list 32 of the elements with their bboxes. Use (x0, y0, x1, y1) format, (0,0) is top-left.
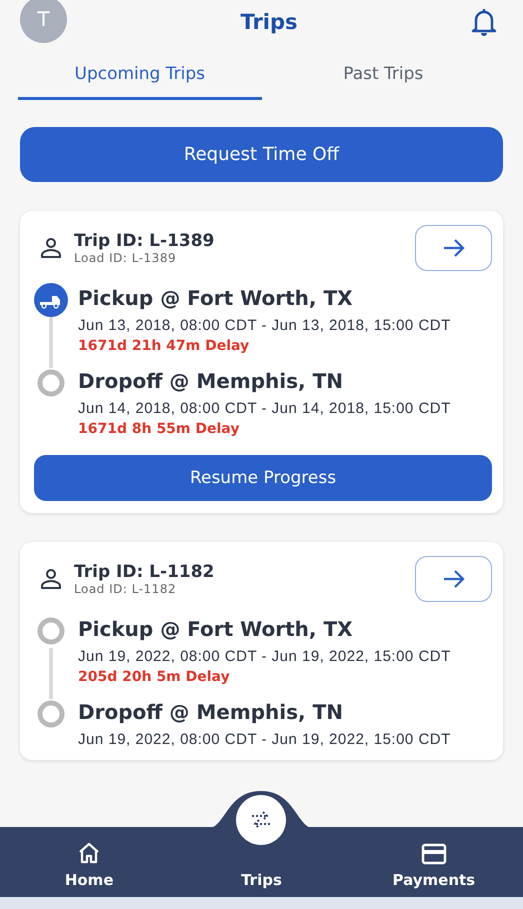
card-icon (420, 843, 447, 865)
request-time-off-button[interactable]: Request Time Off (20, 127, 503, 182)
resume-progress-button[interactable]: Resume Progress (34, 455, 492, 501)
home-icon (77, 841, 102, 865)
delay-text: 1671d 8h 55m Delay (78, 421, 240, 437)
trip-id: Trip ID: L-1182 (74, 562, 216, 582)
stop-title: Dropoff @ Memphis, TN (78, 699, 344, 726)
page-title: Trips (240, 10, 298, 34)
stop-title: Dropoff @ Memphis, TN (78, 368, 344, 395)
time-window: Jun 14, 2018, 08:00 CDT - Jun 14, 2018, 15:00 CDT (78, 400, 451, 417)
nav-tab[interactable]: Trips (178, 789, 345, 897)
load-id: Load ID: L-1389 (74, 251, 178, 265)
open-trip-button[interactable] (415, 225, 492, 271)
nav-tab[interactable]: Payments (344, 827, 523, 897)
tab[interactable]: Past Trips (262, 50, 505, 100)
time-window: Jun 13, 2018, 08:00 CDT - Jun 13, 2018, 15:00 CDT (78, 317, 451, 334)
open-trip-button[interactable] (415, 556, 492, 602)
nav-tab[interactable]: Home (0, 827, 178, 897)
person-icon (40, 568, 62, 590)
person-icon (40, 237, 62, 259)
bell-icon[interactable] (470, 7, 497, 37)
arrow-right-icon (442, 238, 466, 258)
load-id: Load ID: L-1182 (74, 582, 178, 596)
arrow-right-icon (442, 569, 466, 589)
time-window: Jun 19, 2022, 08:00 CDT - Jun 19, 2022, 15:00 CDT (78, 731, 451, 748)
delay-text: 1671d 21h 47m Delay (78, 338, 250, 354)
trip-id: Trip ID: L-1389 (74, 231, 216, 251)
tab[interactable]: Upcoming Trips (18, 50, 262, 100)
stop-title: Pickup @ Fort Worth, TX (78, 616, 354, 643)
delay-text: 205d 20h 5m Delay (78, 669, 231, 685)
time-window: Jun 19, 2022, 08:00 CDT - Jun 19, 2022, 15:00 CDT (78, 648, 451, 665)
stop-title: Pickup @ Fort Worth, TX (78, 285, 354, 312)
